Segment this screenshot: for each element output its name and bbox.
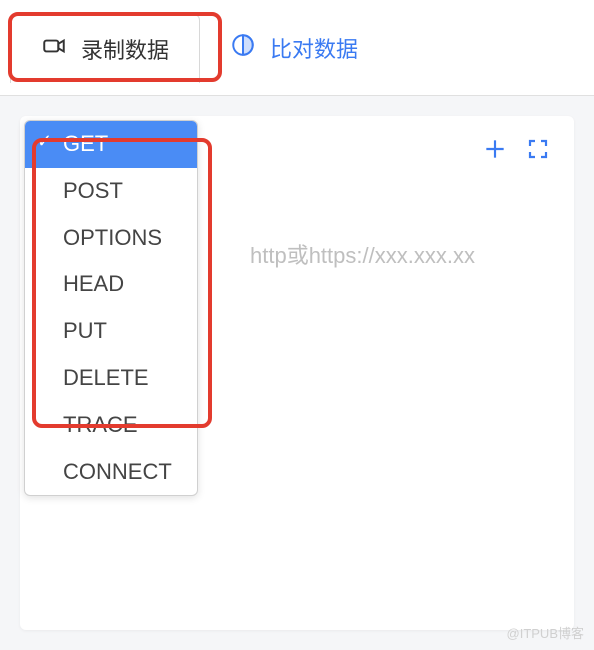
panel-toolbar	[482, 136, 550, 162]
http-method-option-post[interactable]: POST	[25, 168, 197, 215]
expand-button[interactable]	[526, 137, 550, 161]
http-method-option-get[interactable]: GET	[25, 121, 197, 168]
tab-compare-label: 比对数据	[270, 32, 358, 64]
tab-record-label: 录制数据	[81, 33, 169, 65]
add-button[interactable]	[482, 136, 508, 162]
tab-bar: 录制数据 比对数据	[0, 0, 594, 96]
compare-icon	[230, 32, 256, 64]
http-method-option-trace[interactable]: TRACE	[25, 402, 197, 449]
http-method-option-connect[interactable]: CONNECT	[25, 449, 197, 496]
http-method-option-delete[interactable]: DELETE	[25, 355, 197, 402]
camera-icon	[41, 33, 67, 65]
main-panel: http或https://xxx.xxx.xx GETPOSTOPTIONSHE…	[20, 116, 574, 630]
http-method-option-options[interactable]: OPTIONS	[25, 215, 197, 262]
tab-compare-data[interactable]: 比对数据	[200, 14, 388, 82]
http-method-option-head[interactable]: HEAD	[25, 261, 197, 308]
content-area: http或https://xxx.xxx.xx GETPOSTOPTIONSHE…	[0, 96, 594, 650]
url-placeholder-text: http或https://xxx.xxx.xx	[250, 238, 475, 270]
http-method-dropdown[interactable]: GETPOSTOPTIONSHEADPUTDELETETRACECONNECT	[24, 120, 198, 496]
http-method-option-put[interactable]: PUT	[25, 308, 197, 355]
tab-record-data[interactable]: 录制数据	[10, 14, 200, 83]
watermark: @ITPUB博客	[507, 623, 584, 642]
